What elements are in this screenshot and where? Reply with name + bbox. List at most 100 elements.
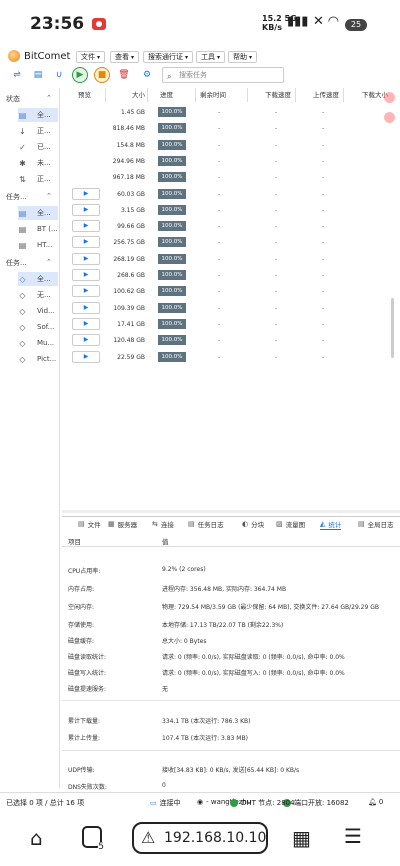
row-remaining: -: [218, 272, 221, 279]
stat-value: 本地存储: 17.13 TB/22.07 TB (剩余22.3%): [162, 622, 284, 629]
sidebar-item-tasks-all[interactable]: ▤ 全...: [18, 206, 58, 220]
sidebar-item-active[interactable]: ⇅ 正...: [18, 172, 58, 186]
progress-bar: 100.0%: [158, 237, 186, 248]
tabs-button[interactable]: 5: [82, 826, 104, 852]
table-scrollbar[interactable]: [391, 298, 394, 358]
tab-traffic-graph[interactable]: ▨ 流量图: [276, 519, 305, 529]
table-row[interactable]: ▶ 22.59 GB 100.0% - - -: [62, 349, 394, 365]
tab-blocks[interactable]: ◐ 分块: [242, 519, 264, 529]
tab-statistics[interactable]: ◭ 统计: [320, 519, 342, 530]
url-bar[interactable]: ⚠ 192.168.10.103:6: [132, 822, 268, 854]
log-icon: ▤: [188, 520, 195, 528]
sidebar-item-untagged[interactable]: ◇ 无...: [18, 288, 58, 302]
table-row[interactable]: ▶ 17.41 GB 100.0% - - -: [62, 316, 394, 332]
sidebar-item-label: 全...: [37, 111, 51, 119]
stat-value: 9.2% (2 cores): [162, 566, 206, 573]
new-file-icon[interactable]: ▤: [30, 67, 46, 83]
sidebar-section-status: 状态: [6, 95, 20, 103]
row-size: 818.46 MB: [112, 125, 145, 133]
table-row[interactable]: ▶ 99.66 GB 100.0% - - -: [62, 218, 394, 234]
sidebar-item-incomplete[interactable]: ✱ 未...: [18, 156, 58, 170]
tab-connections[interactable]: ⇆ 连接: [152, 519, 174, 529]
grid-menu-icon[interactable]: ▦: [292, 826, 311, 850]
stat-label: 内存占用:: [68, 586, 95, 593]
stop-icon[interactable]: ■: [94, 67, 110, 83]
table-row[interactable]: ▶ 109.39 GB 100.0% - - -: [62, 300, 394, 316]
search-input[interactable]: ⌕ 搜索任务: [162, 67, 284, 83]
stat-label: 累计下载量:: [68, 718, 101, 725]
stat-label: 磁盘读取统计:: [68, 654, 107, 661]
row-download-speed: -: [275, 206, 278, 214]
link-icon[interactable]: ⇌: [9, 67, 25, 83]
sidebar-item-tags-all[interactable]: ◇ 全...: [18, 272, 58, 286]
sidebar-item-software[interactable]: ◇ Sof...: [18, 320, 58, 334]
sidebar-item-http[interactable]: ▤ HT...: [18, 238, 58, 252]
col-download-speed[interactable]: 下载速度: [248, 88, 296, 102]
table-row[interactable]: 294.96 MB 100.0% - - -: [62, 153, 394, 169]
sidebar-item-pictures[interactable]: ◇ Pict...: [18, 352, 58, 366]
table-row[interactable]: ▶ 268.6 GB 100.0% - - -: [62, 267, 394, 283]
tab-files[interactable]: ▤ 文件: [78, 519, 101, 529]
puzzle-icon: ✱: [19, 158, 26, 168]
row-download-speed: -: [275, 109, 278, 116]
sidebar-item-bt[interactable]: ▤ BT (...: [18, 222, 58, 236]
sidebar-item-status-all[interactable]: ▤ 全...: [18, 108, 58, 122]
tab-servers[interactable]: ▦ 服务器: [108, 519, 137, 529]
clock: 23:56: [30, 14, 85, 34]
hamburger-menu-icon[interactable]: ☰: [344, 824, 362, 848]
table-row[interactable]: ▶ 100.62 GB 100.0% - - -: [62, 283, 394, 299]
menu-file[interactable]: 文件 ▾: [76, 51, 106, 63]
menu-help[interactable]: 帮助 ▾: [228, 51, 258, 63]
delete-icon[interactable]: 🗑: [116, 67, 132, 83]
table-row[interactable]: 1.45 GB 100.0% - - -: [62, 104, 394, 120]
table-row[interactable]: ▶ 256.75 GB 100.0% - - -: [62, 234, 394, 250]
col-remaining[interactable]: 剩余时间: [196, 88, 248, 102]
home-icon[interactable]: ⌂: [30, 826, 43, 850]
col-size[interactable]: 大小: [106, 88, 148, 102]
collapse-icon[interactable]: ⌃: [46, 94, 52, 102]
sidebar-item-music[interactable]: ◇ Mu...: [18, 336, 58, 350]
sidebar-item-downloading[interactable]: ↓ 正...: [18, 124, 58, 138]
menu-search-pass[interactable]: 搜索通行证 ▾: [143, 51, 194, 63]
magnet-icon[interactable]: ∪: [51, 67, 67, 83]
table-row[interactable]: 818.46 MB 100.0% - - -: [62, 120, 394, 136]
row-remaining: -: [218, 125, 221, 133]
tab-label: 服务器: [117, 521, 138, 529]
table-row[interactable]: 154.8 MB 100.0% - - -: [62, 137, 394, 153]
col-progress[interactable]: 进度: [148, 88, 196, 102]
stat-label: UDP传输:: [68, 767, 95, 774]
menu-view-label: 查看: [115, 53, 129, 61]
chevron-down-icon: ▾: [185, 54, 189, 61]
server-icon: ▦: [108, 520, 115, 528]
status-dot-icon: [230, 799, 238, 807]
table-row[interactable]: ▶ 120.48 GB 100.0% - - -: [62, 332, 394, 348]
tab-task-log[interactable]: ▤ 任务日志: [188, 519, 224, 529]
menu-view[interactable]: 查看 ▾: [110, 51, 140, 63]
table-row[interactable]: ▶ 3.15 GB 100.0% - - -: [62, 202, 394, 218]
col-preview[interactable]: 预览: [62, 88, 106, 102]
menu-tools[interactable]: 工具 ▾: [196, 51, 226, 63]
table-row[interactable]: ▶ 268.19 GB 100.0% - - -: [62, 251, 394, 267]
pane-splitter[interactable]: [62, 510, 400, 513]
col-upload-speed[interactable]: 上传速度: [296, 88, 344, 102]
sidebar-item-completed[interactable]: ✓ 已...: [18, 140, 58, 154]
tab-global-log[interactable]: ▤ 全局日志: [358, 519, 394, 529]
collapse-icon[interactable]: ⌃: [46, 192, 52, 200]
sidebar-item-label: 正...: [37, 127, 51, 135]
progress-bar: 100.0%: [158, 107, 186, 117]
settings-icon[interactable]: ⚙: [139, 67, 155, 83]
float-icon[interactable]: [384, 112, 395, 123]
http-file-icon: ▤: [18, 240, 27, 250]
table-row[interactable]: 967.18 MB 100.0% - - -: [62, 169, 394, 185]
row-download-speed: -: [275, 190, 278, 198]
row-size: 100.62 GB: [113, 288, 145, 296]
collapse-icon[interactable]: ⌃: [46, 258, 52, 266]
start-icon[interactable]: ▶: [72, 67, 88, 83]
sidebar-item-label: BT (...: [37, 225, 58, 233]
table-row[interactable]: ▶ 60.03 GB 100.0% - - -: [62, 186, 394, 202]
sidebar-item-video[interactable]: ◇ Vid...: [18, 304, 58, 318]
row-size: 109.39 GB: [113, 304, 145, 312]
tag-icon: ◇: [19, 338, 26, 348]
float-icon[interactable]: [384, 92, 395, 103]
row-size: 60.03 GB: [117, 190, 145, 198]
